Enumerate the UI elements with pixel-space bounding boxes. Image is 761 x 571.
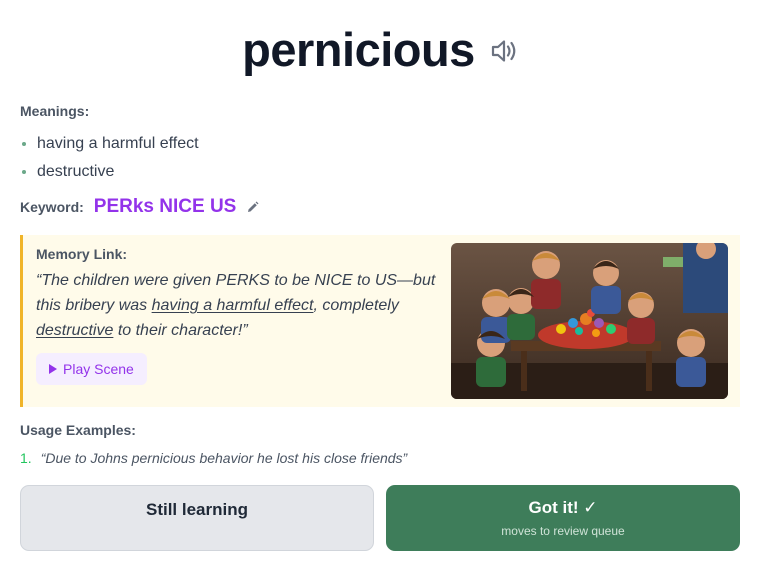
play-icon — [49, 364, 57, 374]
meaning-text: having a harmful effect — [37, 135, 199, 152]
memory-text-part: , completely — [313, 297, 399, 314]
usage-examples-label: Usage Examples: — [20, 422, 136, 438]
got-it-button[interactable]: Got it! ✓ moves to review queue — [386, 485, 740, 551]
meaning-text: destructive — [37, 163, 115, 180]
still-learning-button[interactable]: Still learning — [20, 485, 374, 551]
meanings-list: having a harmful effect destructive — [20, 130, 199, 186]
speaker-icon[interactable] — [489, 36, 519, 66]
meaning-item: having a harmful effect — [20, 130, 199, 158]
play-scene-label: Play Scene — [63, 361, 134, 377]
usage-example-item: 1. “Due to Johns pernicious behavior he … — [20, 450, 407, 466]
word-title: pernicious — [242, 23, 475, 76]
keyword-row: Keyword: PERks NICE US — [20, 196, 259, 218]
meanings-label: Meanings: — [20, 103, 90, 119]
keyword-value: PERks NICE US — [93, 196, 237, 217]
play-scene-button[interactable]: Play Scene — [36, 353, 147, 385]
pencil-icon[interactable] — [245, 200, 259, 214]
memory-scene-image — [451, 243, 728, 399]
memory-link-box: Memory Link: “The children were given PE… — [20, 235, 740, 407]
keyword-label: Keyword: — [20, 199, 84, 215]
memory-link-label: Memory Link: — [36, 246, 128, 262]
bullet-icon — [22, 142, 26, 146]
example-number: 1. — [20, 450, 32, 466]
example-text: “Due to Johns pernicious behavior he los… — [40, 450, 408, 466]
memory-link-text: “The children were given PERKS to be NIC… — [36, 268, 446, 343]
got-it-sublabel: moves to review queue — [501, 524, 625, 538]
memory-underlined-phrase: destructive — [36, 322, 114, 339]
got-it-label: Got it! ✓ — [528, 498, 598, 517]
memory-underlined-phrase: having a harmful effect — [151, 297, 314, 314]
meaning-item: destructive — [20, 158, 199, 186]
still-learning-label: Still learning — [145, 500, 249, 519]
bullet-icon — [22, 170, 26, 174]
word-header: pernicious — [0, 22, 761, 77]
memory-text-part: to their character!” — [113, 322, 248, 339]
